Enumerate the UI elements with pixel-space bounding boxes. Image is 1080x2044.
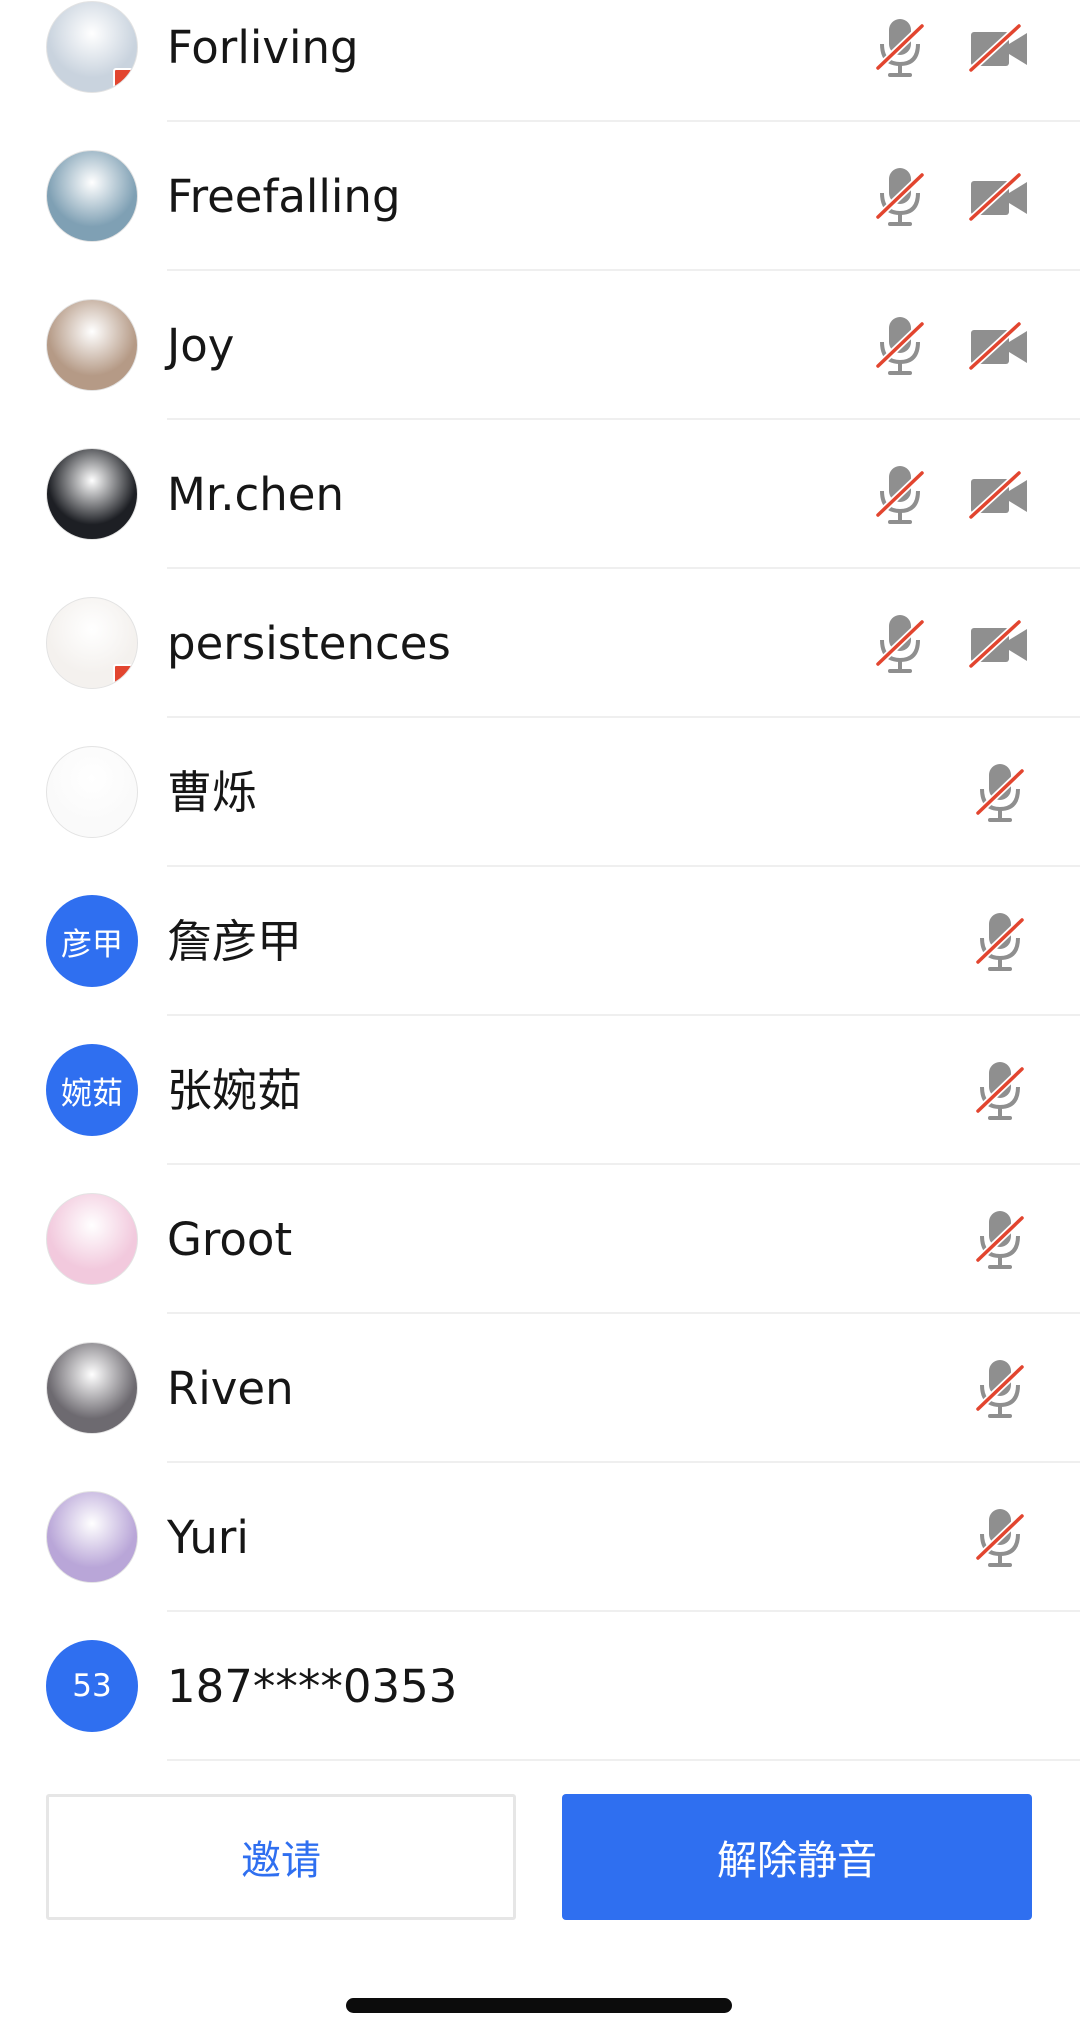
camera-off-icon[interactable] [962, 10, 1038, 86]
avatar-initials: 53 [72, 1668, 112, 1704]
participant-row[interactable]: persistences [0, 569, 1080, 718]
participant-row[interactable]: Yuri [0, 1463, 1080, 1612]
avatar-initials: 彦甲 [61, 926, 123, 963]
participant-row[interactable]: 婉茹 张婉茹 [0, 1016, 1080, 1165]
home-indicator [346, 1998, 732, 2013]
avatar [46, 1342, 138, 1434]
participant-name: Riven [167, 1362, 294, 1415]
bottom-action-bar: 邀请 解除静音 [0, 1770, 1080, 1920]
mic-muted-icon[interactable] [962, 904, 1038, 980]
participant-name: Groot [167, 1213, 293, 1266]
mic-muted-icon[interactable] [962, 1351, 1038, 1427]
mic-muted-icon[interactable] [862, 159, 938, 235]
mic-muted-icon[interactable] [862, 10, 938, 86]
avatar [46, 597, 138, 689]
avatar: 婉茹 [46, 1044, 138, 1136]
host-flag-icon [113, 664, 133, 684]
mic-muted-icon[interactable] [962, 755, 1038, 831]
avatar [46, 1193, 138, 1285]
avatar: 彦甲 [46, 895, 138, 987]
participant-row[interactable]: 曹烁 [0, 718, 1080, 867]
camera-off-icon[interactable] [962, 606, 1038, 682]
participant-name: 曹烁 [167, 766, 258, 819]
camera-off-icon[interactable] [962, 159, 1038, 235]
participant-row[interactable]: 53 187****0353 [0, 1612, 1080, 1761]
participant-row[interactable]: Mr.chen [0, 420, 1080, 569]
participant-row[interactable]: Forliving [0, 0, 1080, 122]
avatar [46, 1491, 138, 1583]
mic-muted-icon[interactable] [862, 457, 938, 533]
unmute-all-button[interactable]: 解除静音 [562, 1794, 1032, 1920]
participant-name: persistences [167, 617, 451, 670]
mic-muted-icon[interactable] [962, 1500, 1038, 1576]
participant-name: 张婉茹 [167, 1064, 303, 1117]
avatar [46, 1, 138, 93]
host-flag-icon [113, 68, 133, 88]
mic-muted-icon[interactable] [862, 606, 938, 682]
avatar: 53 [46, 1640, 138, 1732]
camera-off-icon[interactable] [962, 457, 1038, 533]
avatar [46, 448, 138, 540]
participant-name: Joy [167, 319, 235, 372]
mic-muted-icon[interactable] [862, 308, 938, 384]
camera-off-icon[interactable] [962, 308, 1038, 384]
participant-row[interactable]: Freefalling [0, 122, 1080, 271]
participant-row[interactable]: Groot [0, 1165, 1080, 1314]
row-divider [167, 1759, 1080, 1761]
avatar-initials: 婉茹 [61, 1075, 123, 1112]
participant-name: Yuri [167, 1511, 249, 1564]
participant-name: Mr.chen [167, 468, 344, 521]
avatar [46, 746, 138, 838]
participant-name: 詹彦甲 [167, 915, 303, 968]
participant-row[interactable]: Riven [0, 1314, 1080, 1463]
participant-name: Forliving [167, 21, 359, 74]
mic-muted-icon[interactable] [962, 1202, 1038, 1278]
participant-row[interactable]: 彦甲 詹彦甲 [0, 867, 1080, 1016]
avatar [46, 299, 138, 391]
meeting-participants-screen: Forliving Freefalling Joy Mr.chen persis… [0, 0, 1080, 2044]
participant-row[interactable]: Joy [0, 271, 1080, 420]
mic-muted-icon[interactable] [962, 1053, 1038, 1129]
invite-button[interactable]: 邀请 [46, 1794, 516, 1920]
participant-name: Freefalling [167, 170, 401, 223]
avatar [46, 150, 138, 242]
participant-name: 187****0353 [167, 1660, 458, 1713]
